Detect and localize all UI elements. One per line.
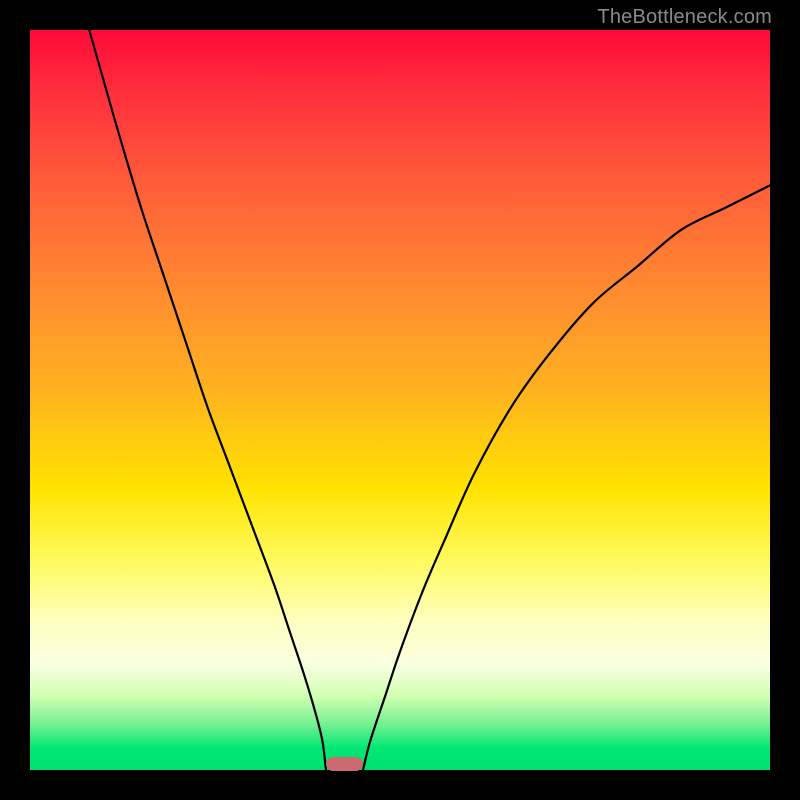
bottleneck-marker <box>326 757 363 771</box>
curve-left-branch <box>89 30 326 770</box>
image-frame: TheBottleneck.com <box>0 0 800 800</box>
curve-svg <box>30 30 770 770</box>
plot-area <box>30 30 770 770</box>
curve-right-branch <box>363 185 770 770</box>
watermark-text: TheBottleneck.com <box>597 6 772 29</box>
